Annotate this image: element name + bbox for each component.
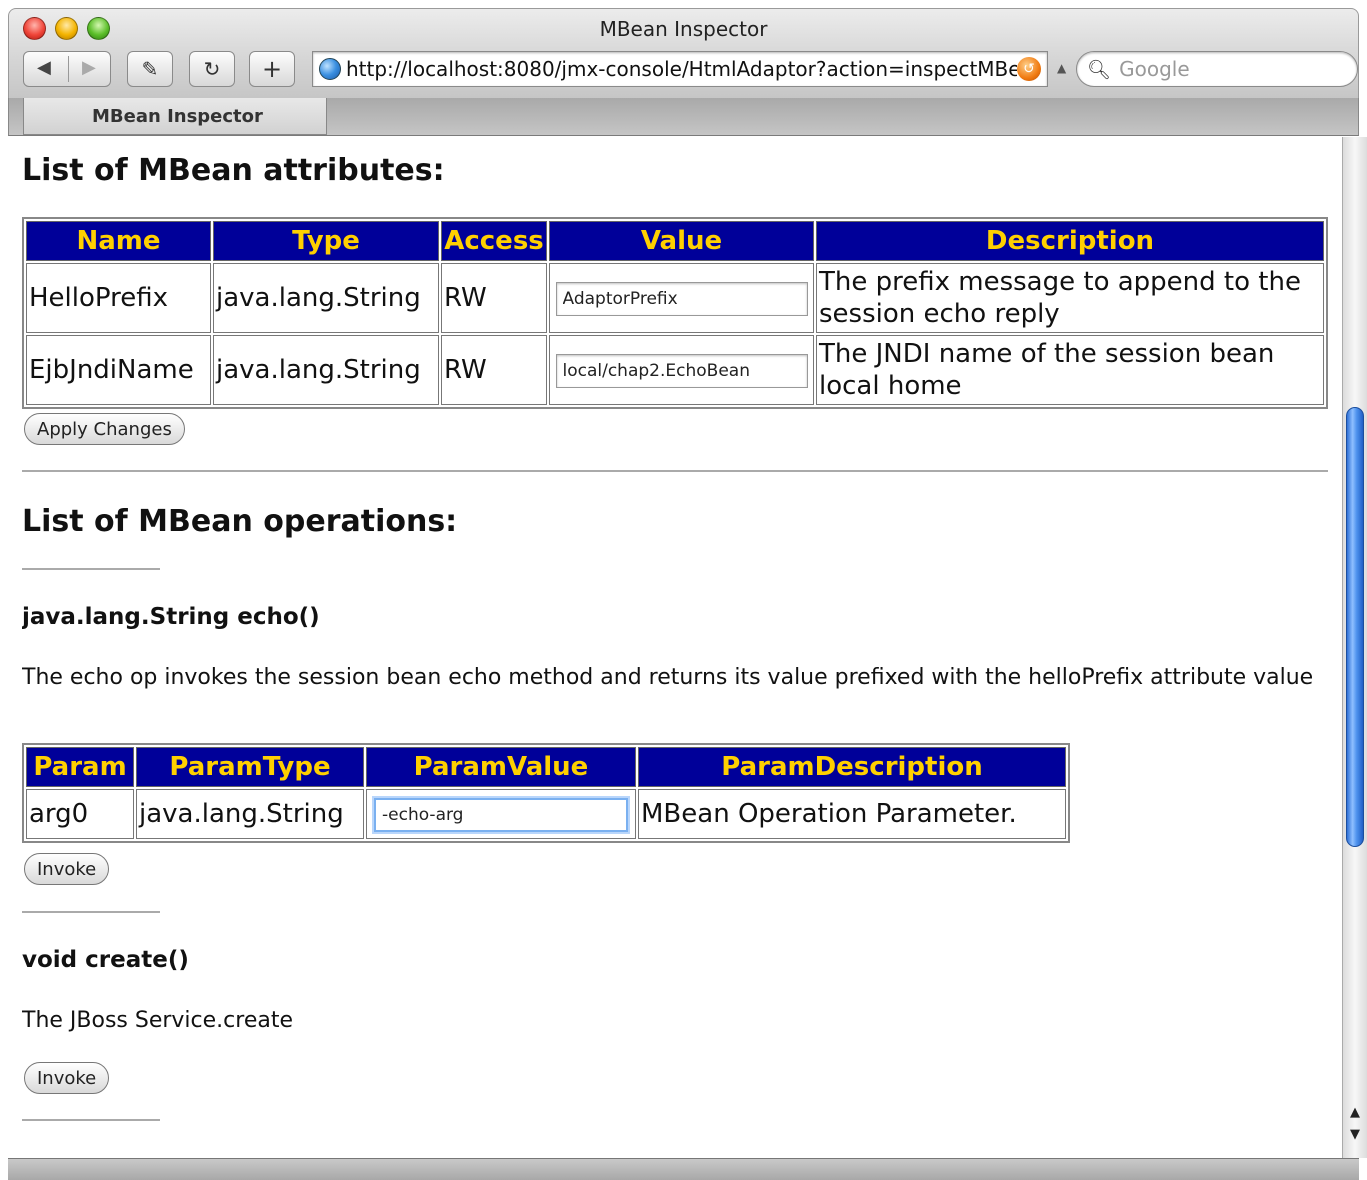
attribute-value-cell (549, 335, 814, 405)
create-operation-signature: void create() (22, 947, 189, 973)
table-header-row: Param ParamType ParamValue ParamDescript… (26, 747, 1066, 787)
param-value-cell (366, 789, 636, 839)
tab-bar: MBean Inspector (8, 98, 1359, 136)
pencil-icon: ✎ (141, 57, 159, 81)
attribute-description: The JNDI name of the session bean local … (816, 335, 1324, 405)
echo-operation-signature: java.lang.String echo() (22, 604, 320, 630)
reload-icon: ↻ (203, 57, 221, 81)
divider (22, 470, 1328, 472)
invoke-create-button[interactable]: Invoke (24, 1062, 110, 1094)
back-arrow-icon[interactable]: ◀ (37, 57, 51, 78)
attribute-name: HelloPrefix (26, 263, 211, 333)
back-forward-buttons: ◀ ▶ (23, 51, 111, 87)
invoke-echo-button[interactable]: Invoke (24, 853, 110, 885)
divider (68, 56, 69, 82)
column-header-description: Description (816, 221, 1324, 261)
search-icon[interactable]: 🔍︎ (1087, 58, 1111, 81)
scrollbar-thumb[interactable] (1346, 407, 1364, 847)
hello-prefix-input[interactable] (555, 282, 808, 316)
column-header-name: Name (26, 221, 211, 261)
scroll-down-arrow-icon[interactable]: ▼ (1343, 1127, 1367, 1142)
scroll-up-arrow-icon[interactable]: ▲ (1343, 1105, 1367, 1120)
url-text[interactable]: http://localhost:8080/jmx-console/HtmlAd… (346, 57, 1017, 81)
divider (22, 568, 160, 570)
attribute-name: EjbJndiName (26, 335, 211, 405)
attributes-table: Name Type Access Value Description Hello… (22, 217, 1328, 409)
attribute-access: RW (441, 335, 547, 405)
edit-button[interactable]: ✎ (127, 51, 173, 87)
param-type: java.lang.String (136, 789, 364, 839)
attribute-type: java.lang.String (213, 335, 439, 405)
column-header-value: Value (549, 221, 814, 261)
add-bookmark-button[interactable]: + (249, 51, 295, 87)
attribute-description: The prefix message to append to the sess… (816, 263, 1324, 333)
status-bar (8, 1158, 1359, 1180)
tab-mbean-inspector[interactable]: MBean Inspector (23, 98, 327, 135)
param-description: MBean Operation Parameter. (638, 789, 1066, 839)
column-header-access: Access (441, 221, 547, 261)
vertical-scrollbar[interactable]: ▲ ▼ (1342, 137, 1367, 1158)
window-titlebar: MBean Inspector ◀ ▶ ✎ ↻ + http://localho… (8, 8, 1359, 98)
snapback-icon[interactable]: ↺ (1017, 57, 1041, 81)
divider (22, 911, 160, 913)
address-bar[interactable]: http://localhost:8080/jmx-console/HtmlAd… (312, 51, 1048, 87)
attributes-heading: List of MBean attributes: (22, 153, 445, 188)
column-header-param-type: ParamType (136, 747, 364, 787)
attribute-value-cell (549, 263, 814, 333)
column-header-type: Type (213, 221, 439, 261)
table-header-row: Name Type Access Value Description (26, 221, 1324, 261)
divider (22, 1119, 160, 1121)
table-row: arg0 java.lang.String MBean Operation Pa… (26, 789, 1066, 839)
search-field[interactable]: 🔍︎ Google (1076, 51, 1358, 87)
column-header-param-value: ParamValue (366, 747, 636, 787)
attribute-access: RW (441, 263, 547, 333)
forward-arrow-icon[interactable]: ▶ (82, 57, 96, 78)
window-title: MBean Inspector (599, 17, 768, 41)
caret-up-icon: ▲ (1057, 61, 1067, 75)
operations-heading: List of MBean operations: (22, 504, 458, 539)
apply-changes-button[interactable]: Apply Changes (24, 413, 185, 445)
attribute-type: java.lang.String (213, 263, 439, 333)
table-row: EjbJndiName java.lang.String RW The JNDI… (26, 335, 1324, 405)
column-header-param: Param (26, 747, 134, 787)
echo-arg-input[interactable] (374, 798, 628, 832)
echo-params-table: Param ParamType ParamValue ParamDescript… (22, 743, 1070, 843)
plus-icon: + (261, 55, 283, 83)
globe-icon (319, 58, 341, 80)
page-content: List of MBean attributes: Name Type Acce… (22, 137, 1332, 1158)
column-header-param-description: ParamDescription (638, 747, 1066, 787)
reload-button[interactable]: ↻ (189, 51, 235, 87)
create-operation-description: The JBoss Service.create (22, 1008, 294, 1033)
ejb-jndi-name-input[interactable] (555, 354, 808, 388)
table-row: HelloPrefix java.lang.String RW The pref… (26, 263, 1324, 333)
param-name: arg0 (26, 789, 134, 839)
search-placeholder: Google (1119, 57, 1190, 81)
echo-operation-description: The echo op invokes the session bean ech… (22, 665, 1314, 690)
